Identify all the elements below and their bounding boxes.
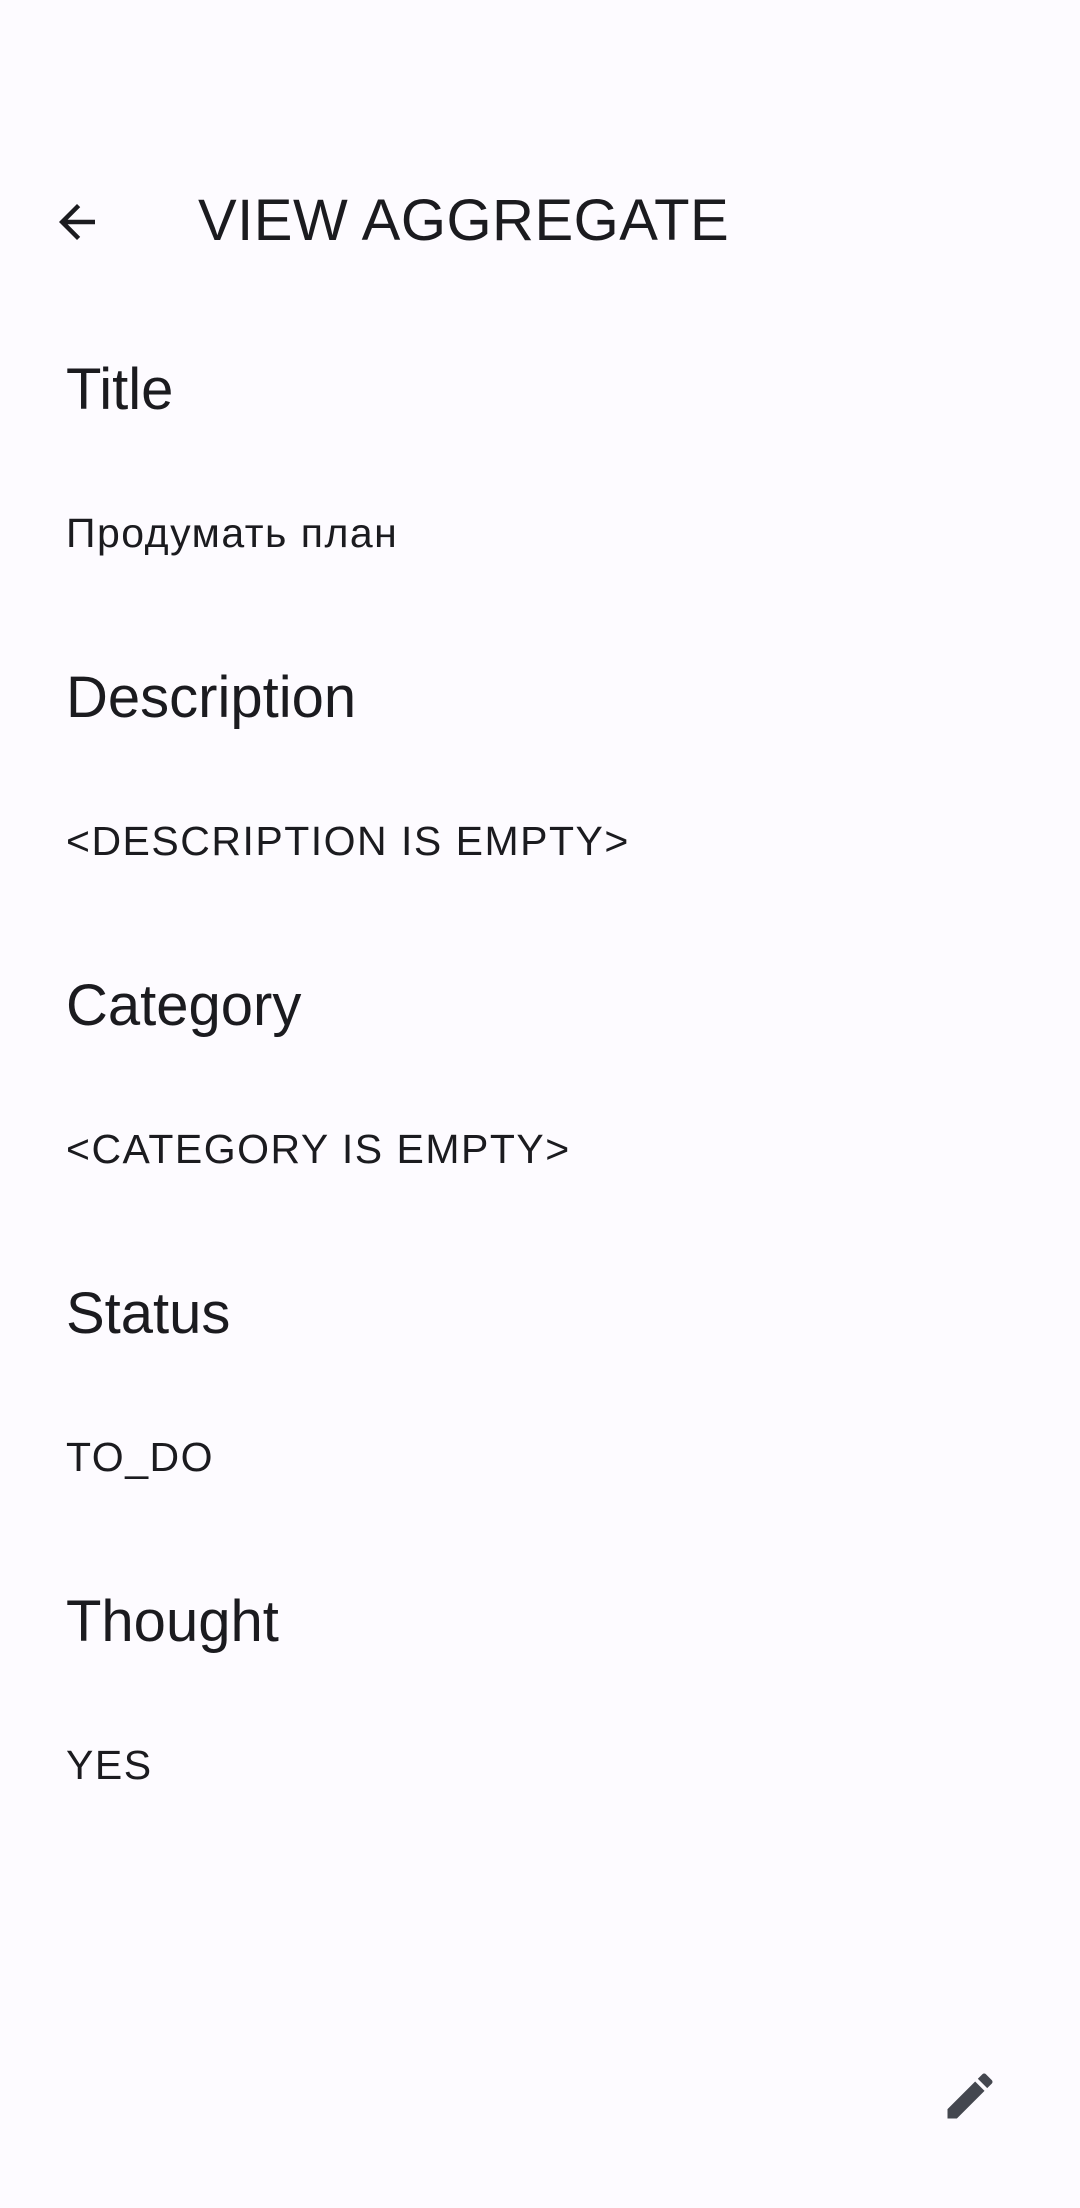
field-label: Category xyxy=(66,973,302,1038)
field-value: YES xyxy=(66,1742,153,1788)
field-label: Status xyxy=(66,1281,231,1346)
field-title: Title Продумать план xyxy=(66,350,1014,658)
field-value: Продумать план xyxy=(66,510,399,556)
field-category: Category <CATEGORY IS EMPTY> xyxy=(66,966,1014,1274)
field-description: Description <DESCRIPTION IS EMPTY> xyxy=(66,658,1014,966)
field-label: Title xyxy=(66,357,174,422)
top-app-bar: VIEW AGGREGATE xyxy=(0,150,1080,290)
status-bar xyxy=(0,0,1080,120)
field-value: TO_DO xyxy=(66,1434,214,1480)
edit-button[interactable] xyxy=(930,2056,1010,2136)
back-button[interactable] xyxy=(34,188,120,256)
field-label: Thought xyxy=(66,1589,279,1654)
field-value: <DESCRIPTION IS EMPTY> xyxy=(66,818,630,864)
field-status: Status TO_DO xyxy=(66,1274,1014,1582)
view-aggregate-screen: VIEW AGGREGATE Title Продумать план Desc… xyxy=(0,0,1080,2208)
arrow-back-icon xyxy=(59,204,95,240)
field-thought: Thought YES xyxy=(66,1582,1014,1890)
field-label: Description xyxy=(66,665,357,730)
page-title: VIEW AGGREGATE xyxy=(198,188,730,253)
aggregate-details: Title Продумать план Description <DESCRI… xyxy=(66,350,1014,1890)
edit-pencil-icon xyxy=(947,2073,993,2119)
field-value: <CATEGORY IS EMPTY> xyxy=(66,1126,571,1172)
